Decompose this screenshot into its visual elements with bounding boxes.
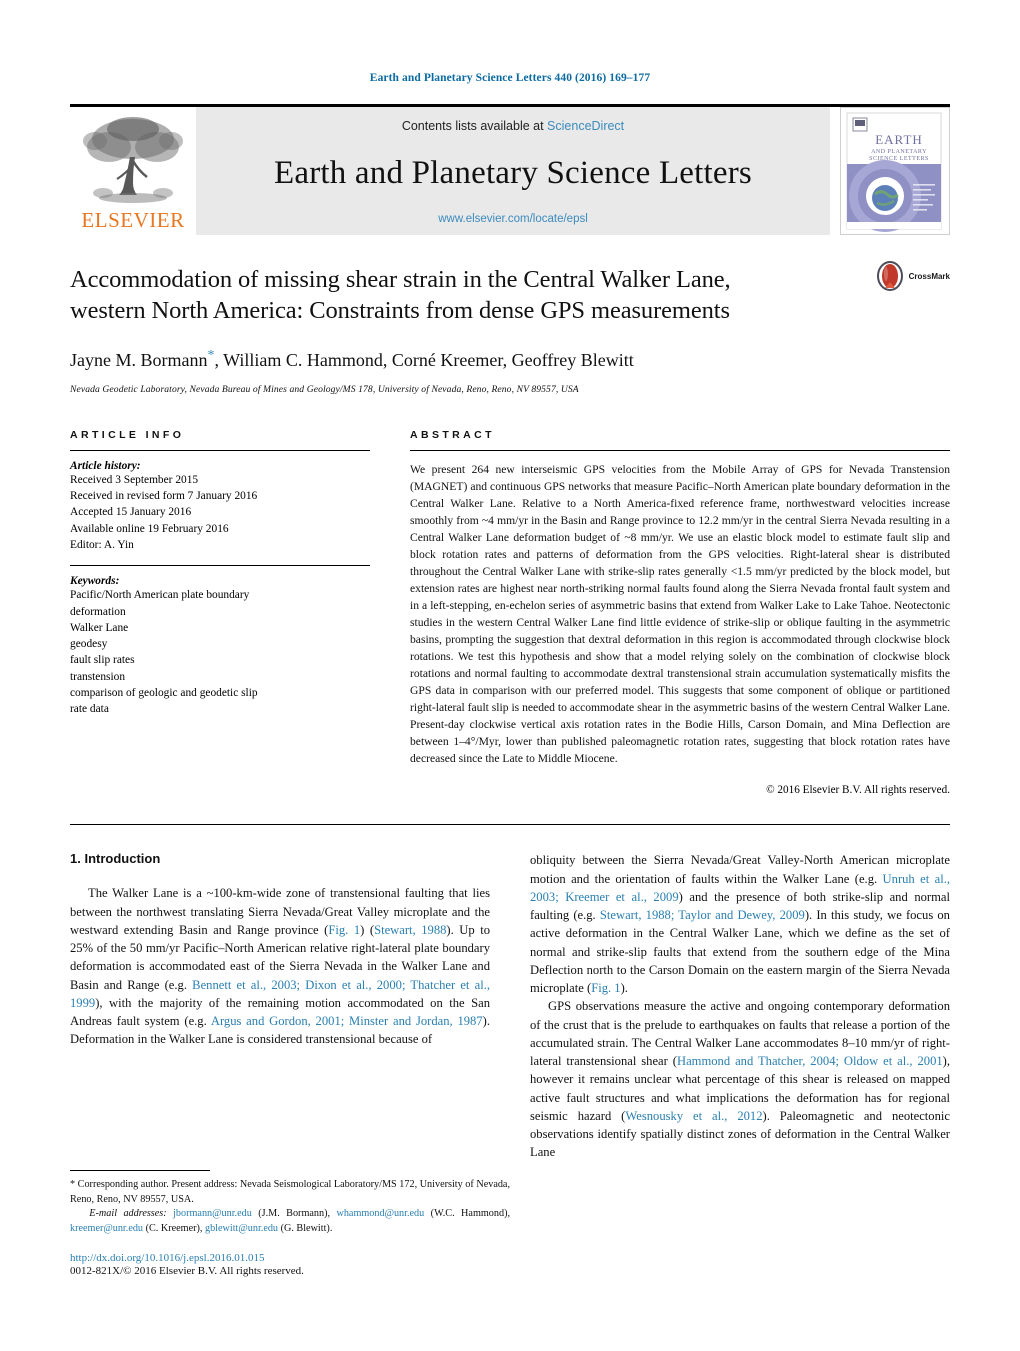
journal-url-link[interactable]: www.elsevier.com/locate/epsl (438, 213, 588, 225)
journal-cover-art-icon: EARTH AND PLANETARY SCIENCE LETTERS (841, 108, 947, 234)
body-column-left: 1. Introduction The Walker Lane is a ~10… (70, 851, 490, 1161)
history-item: Available online 19 February 2016 (70, 522, 229, 535)
crossmark-badge[interactable]: CrossMark (875, 261, 950, 291)
title-block: CrossMark Accommodation of missing shear… (70, 235, 950, 395)
corresponding-author-note: * Corresponding author. Present address:… (70, 1179, 510, 1205)
keyword-item: deformation (70, 605, 126, 618)
paragraph: The Walker Lane is a ~100-km-wide zone o… (70, 884, 490, 1048)
footnote-block: * Corresponding author. Present address:… (70, 1170, 510, 1277)
abstract-copyright: © 2016 Elsevier B.V. All rights reserved… (766, 784, 950, 797)
running-head: Earth and Planetary Science Letters 440 … (369, 72, 651, 84)
paragraph-text: ). (620, 981, 628, 996)
email-owner: (W.C. Hammond) (430, 1208, 508, 1220)
body-columns: 1. Introduction The Walker Lane is a ~10… (70, 851, 950, 1161)
keyword-item: geodesy (70, 638, 108, 651)
citation-link[interactable]: Hammond and Thatcher, 2004; Oldow et al.… (677, 1054, 943, 1068)
section-heading-introduction: 1. Introduction (70, 851, 161, 867)
article-history-label: Article history: (70, 459, 141, 472)
keywords-rule (70, 565, 370, 567)
article-history-list: Received 3 September 2015 Received in re… (70, 472, 370, 553)
article-info-rule (70, 449, 370, 451)
keywords-label: Keywords: (70, 575, 120, 588)
sciencedirect-link[interactable]: ScienceDirect (547, 119, 624, 133)
history-item: Received in revised form 7 January 2016 (70, 490, 258, 503)
affiliation: Nevada Geodetic Laboratory, Nevada Burea… (70, 383, 579, 395)
email-owner: (J.M. Bormann) (258, 1208, 328, 1220)
doi-link[interactable]: http://dx.doi.org/10.1016/j.epsl.2016.01… (70, 1252, 510, 1264)
article-info-column: ARTICLE INFO Article history: Received 3… (70, 429, 370, 797)
paragraph: obliquity between the Sierra Nevada/Grea… (530, 851, 950, 997)
paragraph-text: ) ( (360, 922, 375, 937)
issn-copyright: 0012-821X/© 2016 Elsevier B.V. All right… (70, 1265, 304, 1277)
history-item: Received 3 September 2015 (70, 473, 199, 486)
elsevier-logo: ELSEVIER (70, 107, 196, 235)
keyword-item: transtension (70, 670, 126, 683)
crossmark-label: CrossMark (908, 271, 950, 281)
body-divider (70, 824, 950, 826)
article-first-page: Earth and Planetary Science Letters 440 … (0, 0, 1020, 1351)
abstract-column: ABSTRACT We present 264 new interseismic… (410, 428, 950, 797)
keyword-item: Pacific/North American plate boundary (70, 589, 250, 602)
body-column-right: obliquity between the Sierra Nevada/Grea… (530, 851, 950, 1161)
history-item: Accepted 15 January 2016 (70, 506, 192, 519)
elsevier-tree-icon (83, 117, 183, 203)
email-addresses-note: E-mail addresses: jbormann@unr.edu (J.M.… (70, 1208, 511, 1234)
paragraph: GPS observations measure the active and … (530, 997, 950, 1161)
citation-link[interactable]: Stewart, 1988; Taylor and Dewey, 2009 (600, 908, 805, 922)
email-owner: (C. Kreemer) (145, 1222, 200, 1234)
svg-text:AND PLANETARY: AND PLANETARY (871, 149, 927, 155)
email-owner: (G. Blewitt) (280, 1222, 330, 1234)
citation-link[interactable]: Wesnousky et al., 2012 (625, 1109, 762, 1123)
page-title: Accommodation of missing shear strain in… (70, 265, 950, 327)
journal-band: Contents lists available at ScienceDirec… (196, 107, 830, 235)
author-rest: , William C. Hammond, Corné Kreemer, Geo… (214, 349, 634, 370)
citation-link[interactable]: Argus and Gordon, 2001; Minster and Jord… (211, 1014, 483, 1028)
info-abstract-section: ARTICLE INFO Article history: Received 3… (70, 428, 950, 797)
keyword-item: rate data (70, 703, 109, 716)
article-title-line-2: western North America: Constraints from … (70, 296, 730, 324)
citation-link[interactable]: Fig. 1 (328, 923, 360, 937)
keyword-item: fault slip rates (70, 654, 135, 667)
email-link[interactable]: jbormann@unr.edu (173, 1208, 252, 1219)
journal-cover-thumbnail[interactable]: EARTH AND PLANETARY SCIENCE LETTERS (840, 107, 950, 235)
elsevier-wordmark: ELSEVIER (81, 208, 185, 232)
citation-link[interactable]: Stewart, 1988 (374, 923, 446, 937)
email-addresses-label: E-mail addresses: (89, 1208, 167, 1220)
email-link[interactable]: gblewitt@unr.edu (205, 1223, 278, 1234)
history-item-editor: Editor: A. Yin (70, 538, 134, 551)
citation-link[interactable]: Fig. 1 (591, 981, 620, 995)
email-link[interactable]: kreemer@unr.edu (70, 1223, 143, 1234)
footnote-rule (70, 1170, 210, 1172)
abstract-heading: ABSTRACT (410, 428, 495, 441)
article-info-heading: ARTICLE INFO (70, 428, 185, 441)
article-title-line-1: Accommodation of missing shear strain in… (70, 266, 731, 293)
contents-prefix: Contents lists available at (401, 119, 548, 133)
keywords-list: Pacific/North American plate boundary de… (70, 587, 370, 717)
journal-title: Earth and Planetary Science Letters (274, 154, 752, 191)
abstract-text: We present 264 new interseismic GPS velo… (410, 462, 950, 766)
email-link[interactable]: whammond@unr.edu (336, 1208, 424, 1219)
journal-masthead: ELSEVIER Contents lists available at Sci… (70, 104, 950, 235)
author-list: Jayne M. Bormann*, William C. Hammond, C… (70, 348, 950, 371)
keyword-item: Walker Lane (70, 621, 129, 634)
crossmark-badge-icon (876, 261, 903, 291)
contents-available-line: Contents lists available at ScienceDirec… (402, 119, 624, 133)
author-primary: Jayne M. Bormann (70, 349, 208, 370)
keyword-item: comparison of geologic and geodetic slip (70, 686, 258, 699)
svg-text:EARTH: EARTH (875, 132, 923, 147)
abstract-rule (410, 449, 950, 451)
